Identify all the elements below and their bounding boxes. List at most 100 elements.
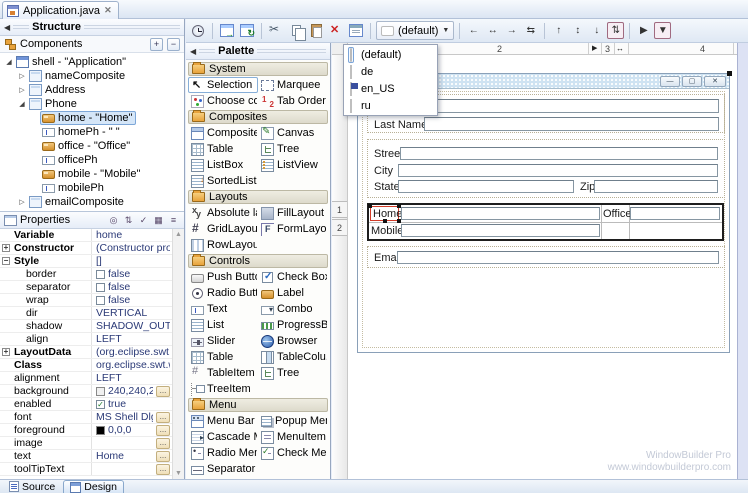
property-value[interactable]: 240,240,240... bbox=[92, 385, 172, 397]
palette-item[interactable]: TreeItem bbox=[188, 381, 258, 397]
palette-item[interactable]: RowLayout bbox=[188, 237, 258, 253]
home-label-selection[interactable]: Home bbox=[370, 206, 399, 221]
tree-item-body[interactable]: mobilePh bbox=[40, 181, 108, 195]
grab-horizontal-button[interactable]: ▶ bbox=[635, 22, 652, 39]
palette-item[interactable]: FillLayout bbox=[258, 205, 328, 221]
tree-item-body[interactable]: nameComposite bbox=[27, 69, 129, 83]
ellipsis-button[interactable]: ... bbox=[156, 412, 170, 423]
align-top-button[interactable]: ↑ bbox=[550, 22, 567, 39]
locale-selector-dropdown[interactable]: (default)▼ bbox=[376, 21, 454, 40]
office-phone-field[interactable] bbox=[630, 207, 720, 220]
tree-item[interactable]: ◢Phone bbox=[0, 97, 184, 111]
property-value[interactable]: 0,0,0... bbox=[92, 424, 172, 436]
locale-menu-item[interactable]: ru bbox=[344, 97, 437, 114]
state-field[interactable] bbox=[398, 180, 574, 193]
scroll-up-icon[interactable]: ▲ bbox=[175, 229, 182, 240]
palette-category-layouts[interactable]: Layouts bbox=[188, 190, 328, 204]
ellipsis-button[interactable]: ... bbox=[156, 438, 170, 449]
tree-item[interactable]: office - "Office" bbox=[0, 139, 184, 153]
fill-vertical-button[interactable]: ⇅ bbox=[607, 22, 624, 39]
expand-icon[interactable]: + bbox=[2, 244, 10, 252]
ellipsis-button[interactable]: ... bbox=[156, 451, 170, 462]
last-name-label[interactable]: Last Name bbox=[374, 120, 427, 131]
zip-field[interactable] bbox=[594, 180, 718, 193]
value-summary-icon[interactable]: ◎ bbox=[107, 214, 120, 227]
palette-item[interactable]: Tree bbox=[258, 365, 328, 381]
property-value[interactable]: LEFT bbox=[92, 372, 172, 384]
tree-item-body[interactable]: Phone bbox=[27, 97, 81, 111]
palette-item[interactable]: ListView bbox=[258, 157, 328, 173]
property-value[interactable]: (org.eclipse.swt.layo... bbox=[92, 346, 172, 358]
align-left-button[interactable]: ← bbox=[465, 22, 482, 39]
ellipsis-button[interactable]: ... bbox=[156, 386, 170, 397]
tree-item-body[interactable]: mobile - "Mobile" bbox=[40, 167, 144, 181]
palette-item[interactable]: SortedList bbox=[188, 173, 258, 189]
externalize-strings-button[interactable] bbox=[218, 22, 236, 40]
align-bottom-button[interactable]: ↓ bbox=[588, 22, 605, 39]
palette-item[interactable]: List bbox=[188, 317, 258, 333]
palette-item[interactable]: Slider bbox=[188, 333, 258, 349]
email-composite[interactable]: Email bbox=[367, 246, 725, 268]
resize-handle[interactable] bbox=[727, 71, 732, 76]
street-label[interactable]: Street bbox=[374, 149, 403, 160]
palette-item[interactable]: TableColu... bbox=[258, 349, 328, 365]
palette-item[interactable]: TableItem bbox=[188, 365, 258, 381]
properties-scrollbar[interactable]: ▲ ▼ bbox=[172, 229, 184, 479]
show-advanced-properties-icon[interactable]: ⇅ bbox=[122, 214, 135, 227]
grab-vertical-button[interactable]: ▼ bbox=[654, 22, 671, 39]
tree-item-body[interactable]: home - "Home" bbox=[40, 111, 136, 125]
collapse-icon[interactable]: − bbox=[2, 257, 10, 265]
properties-menu-icon[interactable]: ≡ bbox=[167, 214, 180, 227]
checkbox-unchecked-icon[interactable] bbox=[96, 270, 105, 279]
tree-item[interactable]: ▷Address bbox=[0, 83, 184, 97]
tree-collapsed-icon[interactable]: ▷ bbox=[17, 86, 27, 94]
tab-design[interactable]: Design bbox=[63, 480, 124, 493]
palette-item[interactable]: FormLayout bbox=[258, 221, 328, 237]
tree-collapsed-icon[interactable]: ▷ bbox=[17, 198, 27, 206]
ellipsis-button[interactable]: ... bbox=[156, 425, 170, 436]
tree-expanded-icon[interactable]: ◢ bbox=[4, 58, 14, 66]
tree-collapsed-icon[interactable]: ▷ bbox=[17, 72, 27, 80]
property-value[interactable]: false bbox=[92, 281, 172, 293]
ellipsis-button[interactable]: ... bbox=[156, 464, 170, 475]
state-label[interactable]: State bbox=[374, 182, 400, 193]
tree-item-body[interactable]: shell - "Application" bbox=[14, 55, 130, 69]
palette-item[interactable]: Cascade M... bbox=[188, 429, 258, 445]
property-value[interactable]: VERTICAL bbox=[92, 307, 172, 319]
tree-item[interactable]: ◢shell - "Application" bbox=[0, 55, 184, 69]
tree-item[interactable]: home - "Home" bbox=[0, 111, 184, 125]
align-right-button[interactable]: → bbox=[503, 22, 520, 39]
palette-item[interactable]: MenuItem bbox=[258, 429, 328, 445]
property-value[interactable]: (Constructor proper... bbox=[92, 242, 172, 254]
collapse-panel-icon[interactable]: ◀ bbox=[190, 47, 196, 56]
property-value[interactable]: org.eclipse.swt.widg... bbox=[92, 359, 172, 371]
property-value[interactable]: ✓true bbox=[92, 398, 172, 410]
tree-item-body[interactable]: officePh bbox=[40, 153, 102, 167]
palette-item[interactable]: Radio Button bbox=[188, 285, 258, 301]
palette-item[interactable]: Separator bbox=[188, 461, 258, 477]
palette-item[interactable]: Marquee bbox=[258, 77, 328, 93]
delete-button[interactable] bbox=[327, 22, 345, 40]
locale-menu-item[interactable]: en_US bbox=[344, 80, 437, 97]
tree-expanded-icon[interactable]: ◢ bbox=[17, 100, 27, 108]
palette-item[interactable]: Choose co... bbox=[188, 93, 258, 109]
palette-item[interactable]: Table bbox=[188, 349, 258, 365]
selection-handle[interactable] bbox=[383, 219, 387, 223]
palette-item[interactable]: Text bbox=[188, 301, 258, 317]
locale-menu-item[interactable]: (default) bbox=[344, 46, 437, 63]
property-value[interactable]: [] bbox=[92, 255, 172, 267]
checkbox-unchecked-icon[interactable] bbox=[96, 283, 105, 292]
property-value[interactable]: SHADOW_OUT bbox=[92, 320, 172, 332]
tree-item-body[interactable]: emailComposite bbox=[27, 195, 128, 209]
palette-category-composites[interactable]: Composites bbox=[188, 110, 328, 124]
property-value[interactable]: home bbox=[92, 229, 172, 241]
property-value[interactable]: false bbox=[92, 294, 172, 306]
palette-item[interactable]: Table bbox=[188, 141, 258, 157]
categorize-properties-icon[interactable]: ▦ bbox=[152, 214, 165, 227]
palette-item[interactable]: GridLayout bbox=[188, 221, 258, 237]
mobile-phone-field[interactable] bbox=[401, 224, 600, 237]
tree-item-body[interactable]: Address bbox=[27, 83, 89, 97]
palette-item[interactable]: Check Box bbox=[258, 269, 328, 285]
scroll-down-icon[interactable]: ▼ bbox=[175, 468, 182, 479]
tree-item[interactable]: ▷emailComposite bbox=[0, 195, 184, 209]
